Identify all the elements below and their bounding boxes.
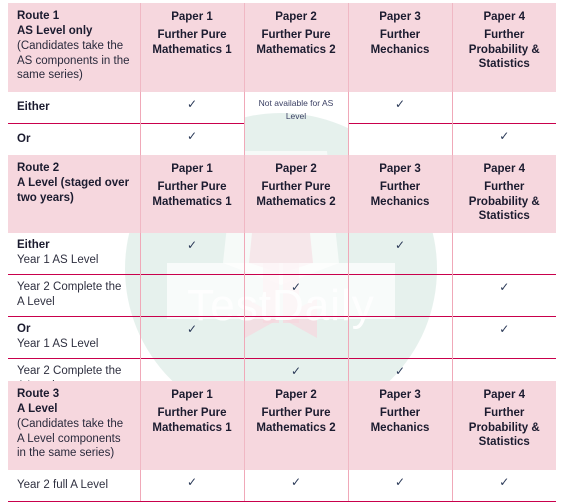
table-route-2: Route 2 A Level (staged over two years) … xyxy=(8,155,556,401)
paper-number: Paper 2 xyxy=(275,389,317,401)
paper-number: Paper 1 xyxy=(171,11,213,23)
route-title: Route 2 xyxy=(17,162,60,174)
column-header-paper-1: Paper 1 Further Pure Mathematics 1 xyxy=(140,155,245,233)
row-label-cell: Or xyxy=(8,122,141,156)
route-subtitle-bold: A Level (staged over two years) xyxy=(17,177,130,204)
paper-number: Paper 4 xyxy=(483,389,526,401)
paper-number: Paper 3 xyxy=(379,11,421,23)
cell-paper-4: ✓ xyxy=(452,273,556,316)
row-label: Year 1 AS Level xyxy=(17,337,99,350)
row-label: Year 2 Complete the A Level xyxy=(17,280,122,308)
table-header-row: Route 1 AS Level only (Candidates take t… xyxy=(8,3,556,92)
paper-number: Paper 1 xyxy=(171,389,213,401)
row-label-strong: Or xyxy=(17,322,31,335)
paper-name: Further Pure Mathematics 2 xyxy=(256,407,336,434)
cell-paper-3: ✓ xyxy=(348,469,453,502)
column-header-paper-1: Paper 1 Further Pure Mathematics 1 xyxy=(140,3,245,92)
row-label-cell: Either xyxy=(8,91,141,123)
paper-name: Further Mechanics xyxy=(370,29,430,56)
table-route-3: Route 3 A Level (Candidates take the A L… xyxy=(8,381,556,502)
column-header-paper-3: Paper 3 Further Mechanics xyxy=(348,3,453,92)
cell-paper-1 xyxy=(140,273,245,316)
paper-name: Further Mechanics xyxy=(370,181,430,208)
cell-paper-3: ✓ xyxy=(348,232,453,274)
cell-paper-2: ✓ xyxy=(244,469,349,502)
paper-number: Paper 4 xyxy=(483,11,526,23)
table-row: Either Year 1 AS Level ✓ ✓ xyxy=(8,232,556,275)
cell-paper-1: ✓ xyxy=(140,315,245,358)
column-header-paper-4: Paper 4 Further Probability & Statistics xyxy=(452,3,556,92)
table-row: Year 2 full A Level ✓ ✓ ✓ ✓ xyxy=(8,469,556,502)
table-header-row: Route 3 A Level (Candidates take the A L… xyxy=(8,381,556,470)
cell-paper-1: ✓ xyxy=(140,91,245,123)
paper-name: Further Probability & Statistics xyxy=(468,29,540,70)
cell-paper-4: ✓ xyxy=(452,315,556,358)
cell-paper-1: ✓ xyxy=(140,122,245,156)
qualification-routes-table-page: TestDaily Route 1 AS Level only (Candida… xyxy=(0,0,564,502)
paper-name: Further Pure Mathematics 1 xyxy=(152,29,232,56)
table-row: Either ✓ Not available for AS Level ✓ xyxy=(8,91,556,155)
row-label-strong: Either xyxy=(17,100,50,113)
cell-paper-2 xyxy=(244,232,349,274)
cell-paper-3 xyxy=(348,122,453,156)
paper-number: Paper 4 xyxy=(483,163,526,175)
cell-paper-1: ✓ xyxy=(140,232,245,274)
column-header-paper-3: Paper 3 Further Mechanics xyxy=(348,381,453,470)
cell-paper-4: ✓ xyxy=(452,122,556,156)
cell-paper-1: ✓ xyxy=(140,469,245,502)
cell-paper-2: ✓ xyxy=(244,273,349,316)
column-header-paper-2: Paper 2 Further Pure Mathematics 2 xyxy=(244,381,349,470)
cell-paper-2 xyxy=(244,315,349,358)
cell-paper-4: ✓ xyxy=(452,469,556,502)
paper-number: Paper 2 xyxy=(275,11,317,23)
row-label-cell: Year 2 full A Level xyxy=(8,469,141,502)
paper-name: Further Pure Mathematics 2 xyxy=(256,181,336,208)
column-header-paper-3: Paper 3 Further Mechanics xyxy=(348,155,453,233)
row-label-cell: Year 2 Complete the A Level xyxy=(8,273,141,316)
route-subtitle: (Candidates take the A Level components … xyxy=(17,418,124,459)
cell-paper-3 xyxy=(348,273,453,316)
row-label-cell: Or Year 1 AS Level xyxy=(8,315,141,358)
paper-number: Paper 3 xyxy=(379,163,421,175)
column-header-paper-4: Paper 4 Further Probability & Statistics xyxy=(452,381,556,470)
row-label-cell: Either Year 1 AS Level xyxy=(8,232,141,274)
paper-number: Paper 1 xyxy=(171,163,213,175)
paper-name: Further Probability & Statistics xyxy=(468,181,540,222)
paper-number: Paper 3 xyxy=(379,389,421,401)
route-header-cell: Route 1 AS Level only (Candidates take t… xyxy=(8,3,141,92)
paper-name: Further Probability & Statistics xyxy=(468,407,540,448)
table-route-1: Route 1 AS Level only (Candidates take t… xyxy=(8,3,556,156)
not-available-note: Not available for AS Level xyxy=(244,91,349,155)
column-header-paper-1: Paper 1 Further Pure Mathematics 1 xyxy=(140,381,245,470)
route-title: Route 3 xyxy=(17,388,60,400)
paper-name: Further Mechanics xyxy=(370,407,430,434)
paper-name: Further Pure Mathematics 2 xyxy=(256,29,336,56)
route-title: Route 1 xyxy=(17,10,60,22)
paper-name: Further Pure Mathematics 1 xyxy=(152,181,232,208)
cell-paper-3: ✓ xyxy=(348,91,453,123)
row-label: Year 1 AS Level xyxy=(17,253,99,266)
route-header-cell: Route 2 A Level (staged over two years) xyxy=(8,155,141,233)
row-label: Year 2 full A Level xyxy=(17,478,109,491)
table-header-row: Route 2 A Level (staged over two years) … xyxy=(8,155,556,233)
route-subtitle-bold: A Level xyxy=(17,403,58,415)
route-subtitle-bold: AS Level only xyxy=(17,25,93,37)
paper-number: Paper 2 xyxy=(275,163,317,175)
column-header-paper-2: Paper 2 Further Pure Mathematics 2 xyxy=(244,3,349,92)
row-label-strong: Or xyxy=(17,132,31,145)
cell-paper-4 xyxy=(452,233,556,275)
cell-paper-3 xyxy=(348,315,453,358)
paper-name: Further Pure Mathematics 1 xyxy=(152,407,232,434)
route-subtitle: (Candidates take the AS components in th… xyxy=(17,40,130,81)
cell-paper-4 xyxy=(452,91,556,123)
column-header-paper-4: Paper 4 Further Probability & Statistics xyxy=(452,155,556,233)
table-row: Or Year 1 AS Level ✓ ✓ xyxy=(8,315,556,358)
row-label-strong: Either xyxy=(17,238,50,251)
table-row: Year 2 Complete the A Level ✓ ✓ xyxy=(8,273,556,316)
column-header-paper-2: Paper 2 Further Pure Mathematics 2 xyxy=(244,155,349,233)
route-header-cell: Route 3 A Level (Candidates take the A L… xyxy=(8,381,141,470)
